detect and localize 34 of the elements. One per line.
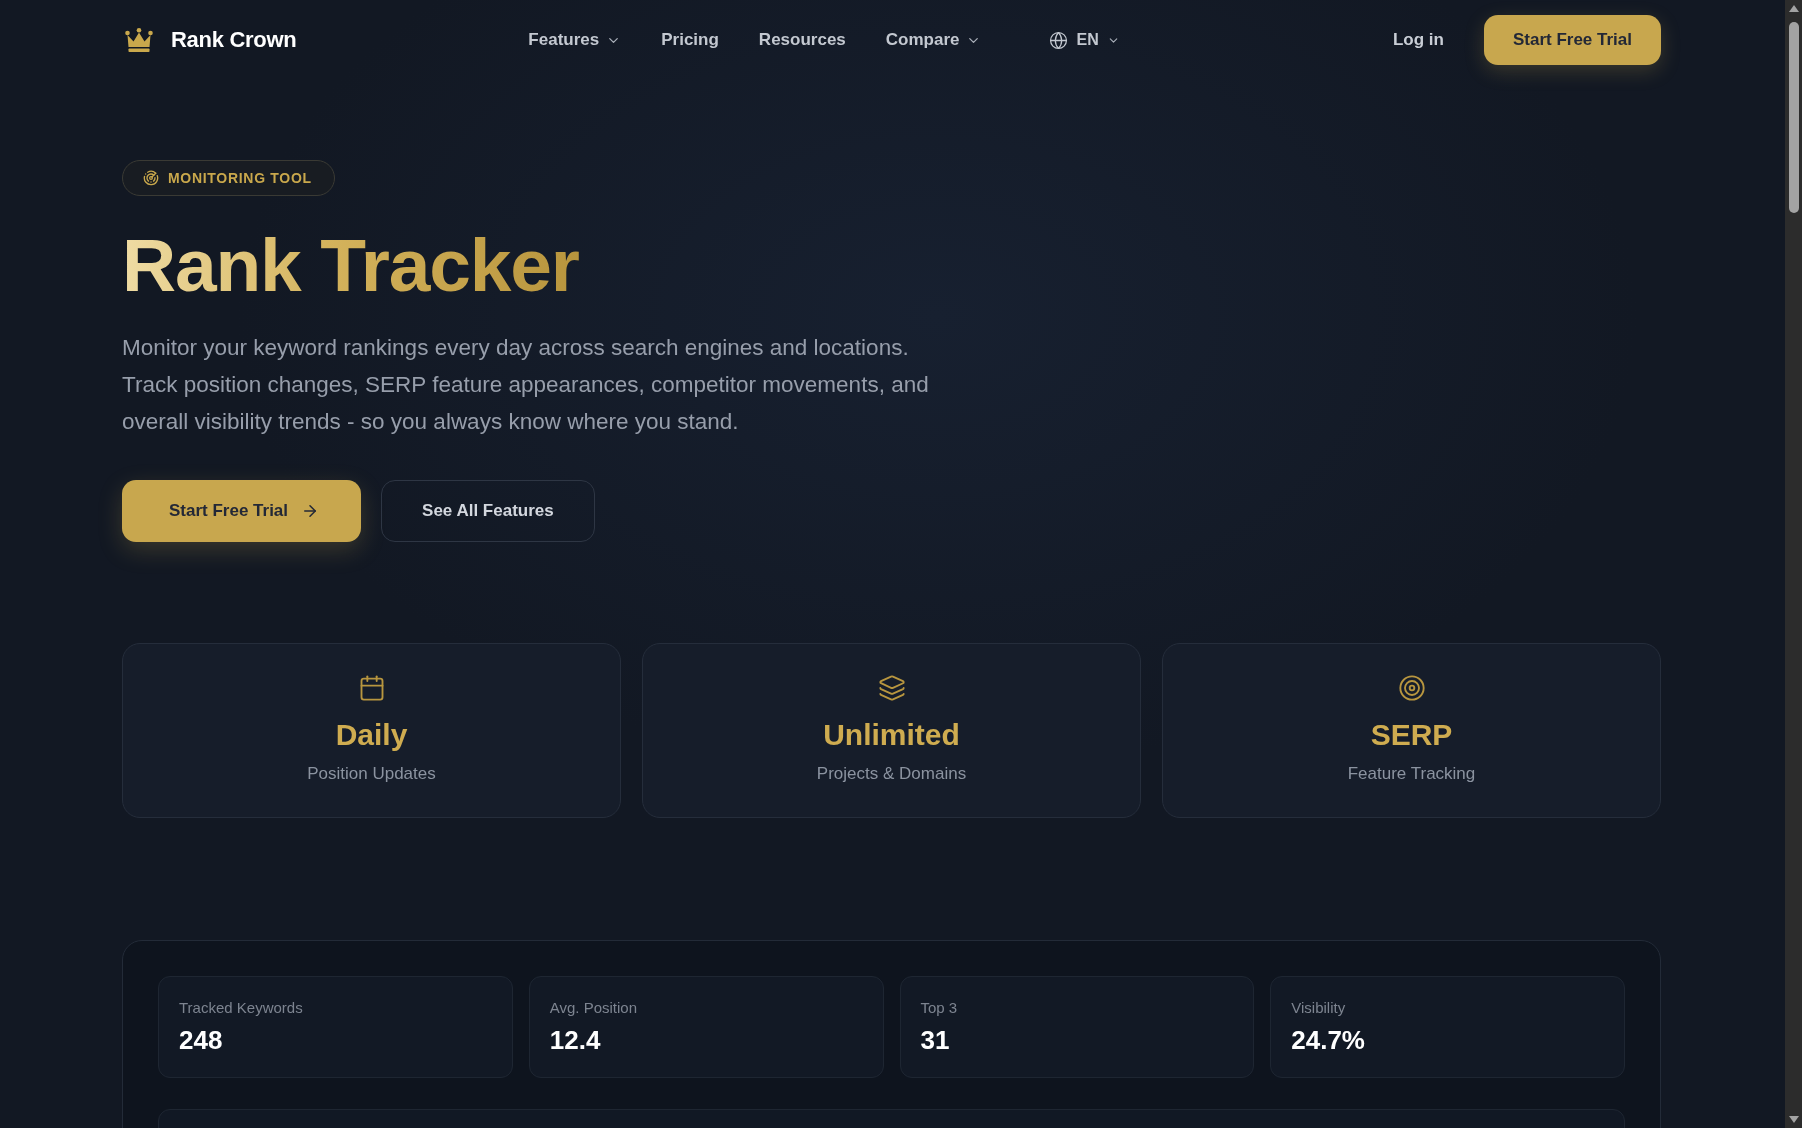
triangle-up-icon[interactable] — [1788, 5, 1799, 12]
start-trial-button[interactable]: Start Free Trial — [122, 479, 362, 542]
stat-value: 12.4 — [549, 1023, 602, 1056]
crown-icon — [125, 28, 153, 52]
login-link[interactable]: Log in — [1392, 30, 1444, 50]
card-title: Daily — [335, 716, 408, 753]
language-selector[interactable]: EN — [1049, 30, 1120, 50]
radar-icon — [143, 170, 159, 186]
globe-icon — [1049, 30, 1069, 50]
start-trial-button[interactable]: Start Free Trial — [1483, 15, 1661, 65]
card-title: Unlimited — [823, 716, 960, 753]
nav-link[interactable]: Features — [528, 30, 622, 50]
card-subtitle: Position Updates — [307, 762, 436, 785]
features-button[interactable]: See All Features — [381, 479, 595, 542]
brand-name: Rank Crown — [171, 27, 297, 53]
nav-link[interactable]: Pricing — [661, 30, 719, 50]
nav-link[interactable]: Compare — [885, 30, 982, 50]
scrollbar-thumb[interactable] — [1788, 22, 1799, 213]
stat-value: 24.7% — [1291, 1023, 1366, 1056]
layers-icon — [877, 673, 906, 702]
stat-label: Top 3 — [920, 997, 959, 1018]
stat-label: Visibility — [1291, 997, 1347, 1018]
nav-link[interactable]: Resources — [758, 30, 846, 50]
hero-description: Monitor your keyword rankings every day across search engines and locations. Track position changes, SERP feature appearances, competitor movements, and overall visibility trends - so you always know where you stand. — [122, 333, 930, 436]
triangle-down-icon[interactable] — [1788, 1116, 1799, 1123]
card-subtitle: Feature Tracking — [1347, 762, 1476, 785]
category-label: MONITORING TOOL — [168, 170, 312, 186]
stat-label: Tracked Keywords — [179, 997, 304, 1018]
stat-value: 248 — [179, 1023, 224, 1056]
target-icon — [1397, 673, 1426, 702]
card-title: SERP — [1370, 716, 1453, 753]
card-subtitle: Projects & Domains — [816, 762, 967, 785]
stat-value: 31 — [920, 1023, 951, 1056]
stat-label: Avg. Position — [549, 997, 639, 1018]
